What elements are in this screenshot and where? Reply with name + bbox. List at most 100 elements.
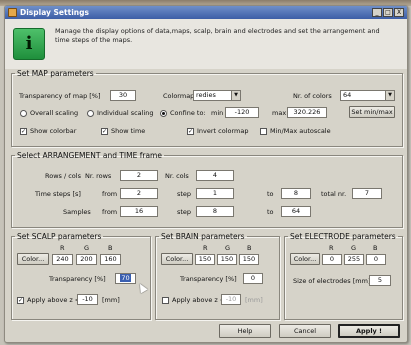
brain-transparency-label: Transparency [%]: [180, 275, 237, 283]
brain-apply-checkbox[interactable]: [162, 297, 169, 304]
electrode-b-input[interactable]: 0: [366, 254, 386, 265]
scalp-color-button[interactable]: Color...: [17, 253, 49, 265]
scalp-transparency-input[interactable]: 70: [115, 273, 136, 284]
scalp-transparency-label: Transparency [%]: [49, 275, 106, 283]
invert-colormap-label: Invert colormap: [197, 127, 249, 135]
title-bar[interactable]: Display Settings _ □ X: [5, 6, 407, 19]
brain-b-label: B: [247, 244, 252, 252]
map-transparency-input[interactable]: 30: [110, 90, 136, 101]
samples-step-label: step: [177, 208, 192, 216]
show-colorbar-checkbox[interactable]: ✓: [20, 128, 27, 135]
rows-cols-label: Rows / cols: [45, 172, 81, 180]
nrows-label: Nr. rows: [85, 172, 112, 180]
close-button[interactable]: X: [394, 8, 404, 17]
ncolors-value: 64: [343, 91, 352, 99]
scalp-b-input[interactable]: 160: [100, 254, 121, 265]
scalp-legend: Set SCALP parameters: [17, 232, 102, 241]
autoscale-checkbox[interactable]: [260, 128, 267, 135]
confine-radio[interactable]: [160, 110, 167, 117]
total-input[interactable]: 7: [352, 188, 382, 199]
brain-b-input[interactable]: 150: [239, 254, 259, 265]
max-label: max: [272, 109, 287, 117]
electrode-g-label: G: [351, 244, 357, 252]
brain-r-input[interactable]: 150: [195, 254, 215, 265]
scalp-apply-checkbox[interactable]: ✓: [17, 297, 24, 304]
show-colorbar-label: Show colorbar: [30, 127, 77, 135]
scalp-apply-input[interactable]: -10: [77, 294, 98, 305]
individual-scaling-label: Individual scaling: [97, 109, 154, 117]
transparency-map-label: Transparency of map [%]: [19, 92, 101, 100]
time-to-input[interactable]: 8: [281, 188, 311, 199]
brain-transparency-input[interactable]: 0: [243, 273, 263, 284]
display-settings-window: Display Settings _ □ X i Manage the disp…: [4, 5, 408, 343]
info-panel: i Manage the display options of data,map…: [5, 19, 407, 69]
brain-color-button[interactable]: Color...: [161, 253, 193, 265]
apply-button[interactable]: Apply !: [338, 324, 400, 338]
max-input[interactable]: 320.226: [287, 107, 327, 118]
time-from-input[interactable]: 2: [120, 188, 158, 199]
minimize-button[interactable]: _: [372, 8, 382, 17]
samples-from-input[interactable]: 16: [120, 206, 158, 217]
brain-apply-label: Apply above z =: [172, 296, 226, 304]
autoscale-label: Min/Max autoscale: [270, 127, 331, 135]
electrode-size-input[interactable]: 5: [369, 275, 391, 286]
info-text: Manage the display options of data,maps,…: [55, 27, 380, 44]
samples-to-input[interactable]: 64: [281, 206, 311, 217]
samples-from-label: from: [102, 208, 118, 216]
individual-scaling-radio[interactable]: [87, 110, 94, 117]
scalp-g-label: G: [84, 244, 90, 252]
scalp-r-input[interactable]: 240: [52, 254, 73, 265]
show-time-checkbox[interactable]: ✓: [101, 128, 108, 135]
brain-apply-input[interactable]: -10: [221, 294, 241, 305]
samples-label: Samples: [63, 208, 91, 216]
colormap-value: redies: [196, 91, 216, 99]
arrangement-legend: Select ARRANGEMENT and TIME frame: [17, 151, 162, 160]
help-button[interactable]: Help: [219, 324, 271, 338]
scalp-r-label: R: [60, 244, 65, 252]
chevron-down-icon: ▼: [385, 91, 394, 100]
scalp-g-input[interactable]: 200: [76, 254, 97, 265]
window-title: Display Settings: [20, 8, 89, 17]
maximize-button[interactable]: □: [383, 8, 393, 17]
app-icon: [8, 8, 17, 17]
colormap-select[interactable]: redies ▼: [193, 90, 241, 101]
samples-to-label: to: [267, 208, 274, 216]
map-parameters-group: Set MAP parameters: [11, 69, 403, 147]
electrode-r-label: R: [329, 244, 334, 252]
ncolors-select[interactable]: 64 ▼: [340, 90, 395, 101]
min-label: min: [211, 109, 224, 117]
min-input[interactable]: -120: [225, 107, 259, 118]
time-to-label: to: [267, 190, 274, 198]
chevron-down-icon: ▼: [231, 91, 240, 100]
ncols-label: Nr. cols: [165, 172, 189, 180]
time-from-label: from: [102, 190, 118, 198]
samples-step-input[interactable]: 8: [196, 206, 234, 217]
electrode-g-input[interactable]: 255: [344, 254, 364, 265]
scalp-unit-label: [mm]: [102, 296, 120, 304]
brain-r-label: R: [203, 244, 208, 252]
time-step-input[interactable]: 1: [196, 188, 234, 199]
set-minmax-button[interactable]: Set min/max: [349, 106, 395, 118]
ncols-input[interactable]: 4: [196, 170, 234, 181]
brain-g-label: G: [225, 244, 231, 252]
overall-scaling-label: Overall scaling: [30, 109, 79, 117]
colormap-label: Colormap: [163, 92, 195, 100]
map-legend: Set MAP parameters: [17, 69, 94, 78]
ncolors-label: Nr. of colors: [293, 92, 332, 100]
confine-label: Confine to:: [170, 109, 206, 117]
electrode-color-button[interactable]: Color...: [290, 253, 320, 265]
show-time-label: Show time: [111, 127, 146, 135]
total-label: total nr.: [321, 190, 347, 198]
brain-legend: Set BRAIN parameters: [161, 232, 245, 241]
invert-colormap-checkbox[interactable]: ✓: [187, 128, 194, 135]
brain-unit-label: [mm]: [245, 296, 263, 304]
timesteps-label: Time steps [s]: [35, 190, 81, 198]
electrode-legend: Set ELECTRODE parameters: [290, 232, 396, 241]
cancel-button[interactable]: Cancel: [279, 324, 331, 338]
brain-g-input[interactable]: 150: [217, 254, 237, 265]
nrows-input[interactable]: 2: [120, 170, 158, 181]
scalp-transparency-value: 70: [120, 274, 131, 282]
overall-scaling-radio[interactable]: [20, 110, 27, 117]
electrode-size-label: Size of electrodes [mm]: [293, 277, 371, 285]
electrode-r-input[interactable]: 0: [322, 254, 342, 265]
